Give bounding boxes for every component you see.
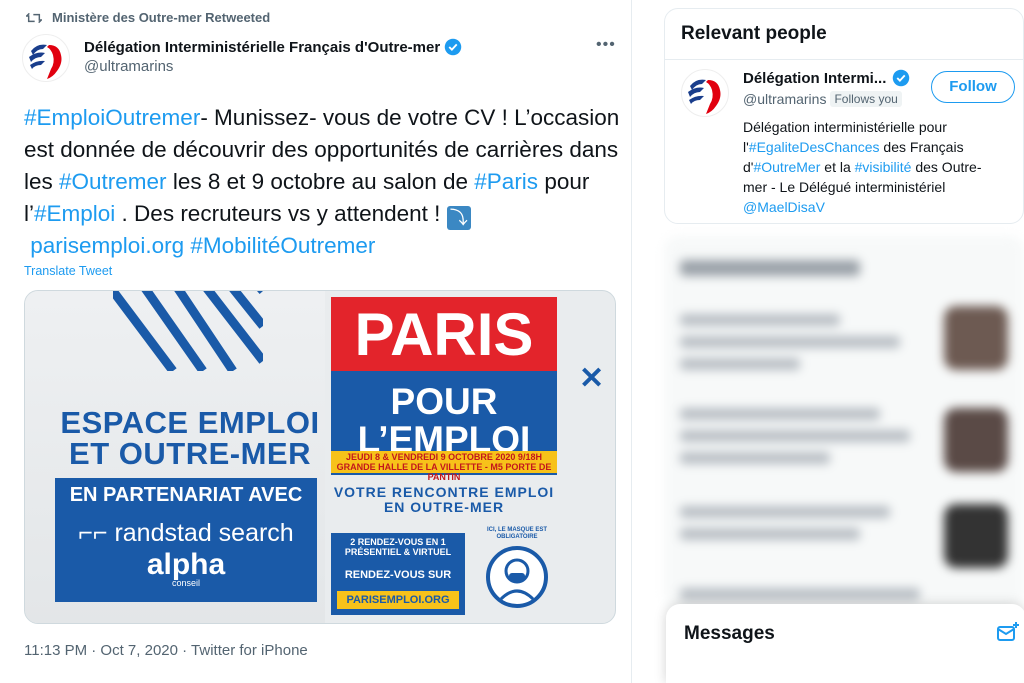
event-date-banner: JEUDI 8 & VENDREDI 9 OCTOBRE 2020 9/18H …	[331, 451, 557, 482]
tweet-text: #EmploiOutremer- Munissez- vous de votre…	[24, 102, 624, 262]
rdv-line: RENDEZ-VOUS SUR	[344, 569, 452, 581]
tweet-text-part: les 8 et 9 octobre au salon de	[166, 169, 475, 194]
marianne-logo-icon	[688, 79, 721, 114]
person-handle-row: @ultramarins Follows you	[743, 91, 902, 107]
espace-emploi-title: ESPACE EMPLOI ET OUTRE-MER	[60, 405, 320, 471]
face-mask-icon	[486, 546, 548, 608]
rdv-line: 2 RENDEZ-VOUS EN 1 PRÉSENTIEL & VIRTUEL	[344, 537, 452, 557]
tweet-timestamp[interactable]: 11:13 PM · Oct 7, 2020 · Twitter for iPh…	[24, 642, 308, 659]
close-icon: ✕	[579, 362, 605, 395]
hashtag-visibilite[interactable]: #visibilité	[855, 159, 912, 175]
more-options-icon[interactable]: •••	[596, 36, 616, 54]
event-venue-line: GRANDE HALLE DE LA VILLETTE - M5 PORTE D…	[336, 462, 552, 482]
alpha-subtitle: conseil	[171, 578, 200, 588]
hashtag-paris[interactable]: #Paris	[474, 169, 538, 194]
bio-text: et la	[820, 159, 855, 175]
alpha-logo: alpha	[146, 548, 226, 581]
messages-title[interactable]: Messages	[684, 623, 775, 645]
author-avatar[interactable]	[22, 34, 70, 82]
hashtag-outremer-bio[interactable]: #OutreMer	[753, 159, 820, 175]
person-bio: Délégation interministérielle pour l'#Eg…	[743, 117, 1005, 217]
author-handle: @ultramarins	[84, 58, 174, 75]
twitter-page: Ministère des Outre-mer Retweeted Déléga…	[0, 0, 1024, 683]
tweet-column: Ministère des Outre-mer Retweeted Déléga…	[0, 0, 632, 683]
stripe-decoration	[113, 291, 263, 371]
follows-you-badge: Follows you	[830, 91, 902, 107]
author-info[interactable]: Délégation Interministérielle Français d…	[84, 38, 462, 75]
rdv-box: 2 RENDEZ-VOUS EN 1 PRÉSENTIEL & VIRTUEL …	[331, 533, 465, 615]
randstad-logo: ⌐⌐ randstad search	[78, 519, 294, 547]
paris-banner: PARIS	[331, 297, 557, 373]
event-date-line: JEUDI 8 & VENDREDI 9 OCTOBRE 2020 9/18H	[346, 452, 542, 462]
arrow-down-icon: ⤵	[446, 206, 471, 230]
new-message-icon[interactable]	[996, 621, 1020, 645]
person-name[interactable]: Délégation Intermi...	[743, 70, 886, 87]
retweet-icon	[26, 12, 42, 23]
retweet-label: Ministère des Outre-mer Retweeted	[52, 10, 271, 25]
tweet-link[interactable]: parisemploi.org	[30, 233, 184, 258]
relevant-people-title: Relevant people	[681, 23, 827, 44]
mask-notice: ICI, LE MASQUE EST OBLIGATOIRE	[471, 527, 563, 619]
marianne-logo-icon	[29, 44, 62, 79]
hashtag-egalitedeschances[interactable]: #EgaliteDesChances	[749, 139, 880, 155]
rdv-url: PARISEMPLOI.ORG	[337, 591, 459, 609]
hashtag-outremer[interactable]: #Outremer	[59, 169, 167, 194]
divider	[665, 59, 1023, 60]
mask-notice-text: ICI, LE MASQUE EST OBLIGATOIRE	[486, 527, 547, 540]
relevant-people-panel: Relevant people Délégation Intermi... @u…	[664, 8, 1024, 224]
messages-drawer[interactable]: Messages	[666, 604, 1024, 683]
hashtag-emploi[interactable]: #Emploi	[34, 201, 115, 226]
hashtag-mobiliteoutremer[interactable]: #MobilitéOutremer	[190, 233, 375, 258]
tweet-media-image[interactable]: ESPACE EMPLOI ET OUTRE-MER EN PARTENARIA…	[24, 290, 616, 624]
verified-badge-icon	[893, 69, 910, 87]
verified-badge-icon	[444, 38, 462, 56]
author-name[interactable]: Délégation Interministérielle Français d…	[84, 39, 440, 56]
person-avatar[interactable]	[681, 69, 729, 117]
follow-button[interactable]: Follow	[931, 71, 1015, 103]
partner-box: EN PARTENARIAT AVEC ⌐⌐ randstad search a…	[55, 478, 317, 602]
rencontre-text: VOTRE RENCONTRE EMPLOI EN OUTRE-MER	[333, 484, 555, 515]
trending-panel-blurred	[664, 236, 1024, 608]
partner-heading: EN PARTENARIAT AVEC	[69, 484, 303, 506]
person-name-row[interactable]: Délégation Intermi...	[743, 69, 910, 87]
translate-tweet-link[interactable]: Translate Tweet	[24, 264, 112, 278]
retweet-indicator[interactable]: Ministère des Outre-mer Retweeted	[26, 10, 270, 25]
sidebar: Relevant people Délégation Intermi... @u…	[640, 0, 1024, 683]
tweet-text-part: . Des recruteurs vs y attendent !	[115, 201, 447, 226]
hashtag-emploioutremer[interactable]: #EmploiOutremer	[24, 105, 200, 130]
mention-maeldisav[interactable]: @MaelDisaV	[743, 199, 825, 215]
person-handle: @ultramarins	[743, 91, 827, 107]
